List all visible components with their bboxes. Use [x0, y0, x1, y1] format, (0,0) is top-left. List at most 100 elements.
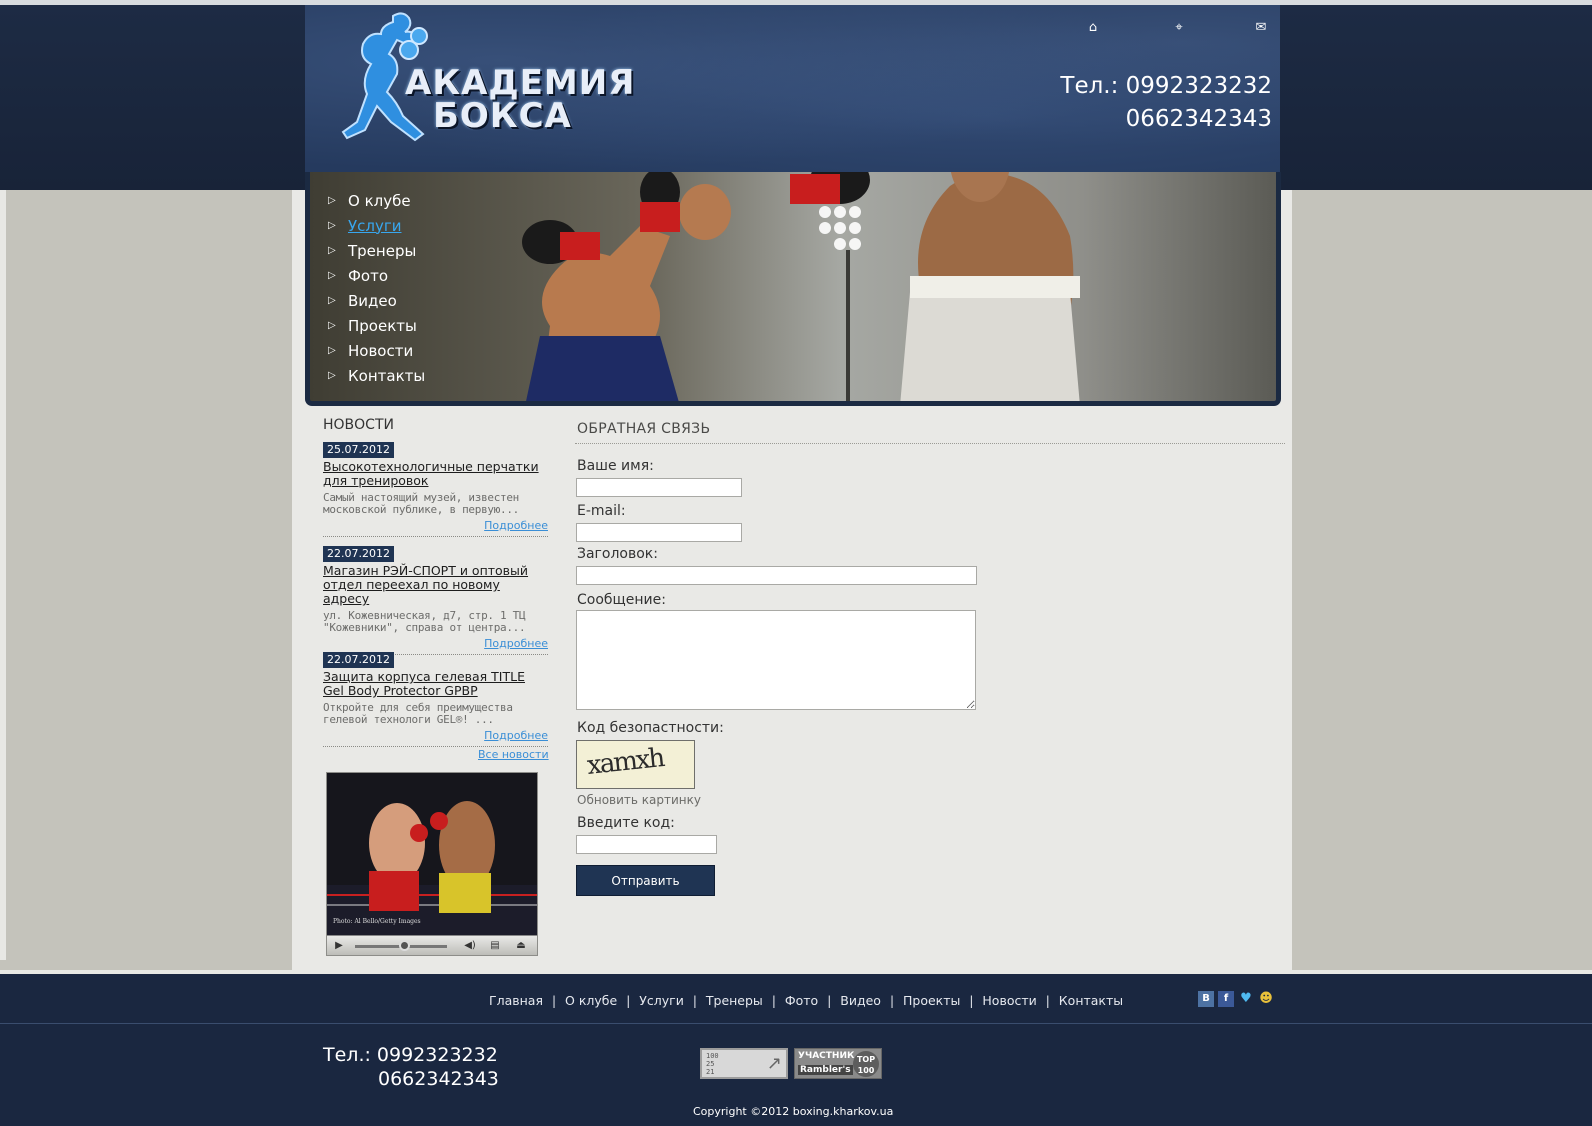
- news-item: 22.07.2012 Защита корпуса гелевая TITLE …: [323, 648, 548, 747]
- name-field[interactable]: [576, 478, 742, 497]
- copyright: Copyright ©2012 boxing.kharkov.ua: [693, 1105, 894, 1118]
- footer-separator: [0, 1023, 1592, 1024]
- arrow-up-right-icon: ↗: [766, 1053, 782, 1074]
- vkontakte-icon[interactable]: В: [1198, 991, 1214, 1007]
- footer-link-about[interactable]: О клубе: [565, 993, 617, 1008]
- footer-nav-divider: |: [626, 993, 631, 1008]
- counter-values: 100 25 21: [706, 1052, 719, 1076]
- header-icons: ⌂ ⌖ ✉: [1085, 20, 1275, 38]
- arrow-right-icon: ▷: [328, 220, 336, 231]
- menu-item-label: Услуги: [348, 216, 402, 235]
- footer-link-home[interactable]: Главная: [489, 993, 543, 1008]
- captcha-text: xamxh: [585, 743, 665, 781]
- news-snippet: Самый настоящий музей, известен московск…: [323, 491, 519, 516]
- menu-item-services[interactable]: ▷ Услуги: [328, 213, 425, 238]
- footer-link-trainers[interactable]: Тренеры: [706, 993, 763, 1008]
- footer-nav-divider: |: [552, 993, 557, 1008]
- email-label: E-mail:: [577, 503, 626, 519]
- footer-nav-divider: |: [692, 993, 697, 1008]
- footer-link-services[interactable]: Услуги: [639, 993, 684, 1008]
- header-phones: Тел.: 0992323232 0662342343: [1060, 70, 1272, 136]
- captcha-label: Код безопастности:: [577, 720, 724, 736]
- sitemap-icon[interactable]: ⌖: [1171, 20, 1187, 36]
- badge-top100: TOP 100: [853, 1051, 879, 1077]
- rambler-top100-badge[interactable]: УЧАСТНИК Rambler's TOP 100: [794, 1048, 882, 1079]
- news-date: 22.07.2012: [323, 546, 394, 562]
- left-gutter: [0, 190, 292, 960]
- video-controls: ▶ ◀) ▤ ⏏: [327, 935, 537, 955]
- header-phone-2: 0662342343: [1125, 106, 1272, 132]
- fullscreen-icon[interactable]: ⏏: [511, 938, 531, 953]
- menu-item-video[interactable]: ▷ Видео: [328, 288, 425, 313]
- menu-item-projects[interactable]: ▷ Проекты: [328, 313, 425, 338]
- twitter-icon[interactable]: ♥: [1238, 991, 1254, 1007]
- news-heading-link[interactable]: Магазин РЭЙ-СПОРТ и оптовый отдел переех…: [323, 564, 548, 606]
- form-divider: [575, 443, 1285, 444]
- code-label: Введите код:: [577, 815, 675, 831]
- all-news-link[interactable]: Все новости: [478, 748, 549, 761]
- subject-field[interactable]: [576, 566, 977, 585]
- main-menu: ▷ О клубе ▷ Услуги ▷ Тренеры ▷ Фото ▷ Ви…: [328, 188, 425, 388]
- footer-nav-divider: |: [889, 993, 894, 1008]
- menu-item-about[interactable]: ▷ О клубе: [328, 188, 425, 213]
- news-date: 22.07.2012: [323, 652, 394, 668]
- footer-nav-divider: |: [771, 993, 776, 1008]
- name-label: Ваше имя:: [577, 458, 654, 474]
- menu-item-label: Проекты: [348, 316, 417, 335]
- facebook-icon[interactable]: f: [1218, 991, 1234, 1007]
- arrow-right-icon: ▷: [328, 345, 336, 356]
- arrow-right-icon: ▷: [328, 245, 336, 256]
- footer-link-news[interactable]: Новости: [982, 993, 1036, 1008]
- people-icon[interactable]: ☻: [1258, 991, 1274, 1007]
- footer-nav-divider: |: [1045, 993, 1050, 1008]
- refresh-captcha-link[interactable]: Обновить картинку: [577, 793, 701, 807]
- submit-button[interactable]: Отправить: [576, 865, 715, 896]
- captcha-image: xamxh: [576, 740, 695, 789]
- footer-link-contacts[interactable]: Контакты: [1059, 993, 1123, 1008]
- stats-counter[interactable]: 100 25 21 ↗: [700, 1048, 788, 1079]
- boxing-photo: [522, 172, 1080, 401]
- footer-nav-divider: |: [969, 993, 974, 1008]
- news-heading-link[interactable]: Защита корпуса гелевая TITLE Gel Body Pr…: [323, 670, 548, 698]
- menu-item-label: Новости: [348, 341, 414, 360]
- menu-item-contacts[interactable]: ▷ Контакты: [328, 363, 425, 388]
- footer-link-video[interactable]: Видео: [840, 993, 881, 1008]
- arrow-right-icon: ▷: [328, 195, 336, 206]
- home-icon[interactable]: ⌂: [1085, 20, 1101, 36]
- volume-icon[interactable]: ◀): [460, 938, 480, 953]
- message-label: Сообщение:: [577, 592, 666, 608]
- news-heading-link[interactable]: Высокотехнологичные перчатки для трениро…: [323, 460, 548, 488]
- header-phone-1: Тел.: 0992323232: [1060, 73, 1272, 99]
- video-caption: Photo: Al Bello/Getty Images: [333, 918, 421, 925]
- subject-label: Заголовок:: [577, 546, 658, 562]
- menu-item-label: Контакты: [348, 366, 426, 385]
- news-more-link[interactable]: Подробнее: [323, 519, 548, 532]
- menu-item-photo[interactable]: ▷ Фото: [328, 263, 425, 288]
- play-icon[interactable]: ▶: [329, 938, 349, 953]
- news-more-link[interactable]: Подробнее: [323, 729, 548, 742]
- arrow-right-icon: ▷: [328, 270, 336, 281]
- menu-item-news[interactable]: ▷ Новости: [328, 338, 425, 363]
- social-links: В f ♥ ☻: [1198, 991, 1274, 1007]
- news-snippet: Откройте для себя преимущества гелевой т…: [323, 701, 513, 726]
- video-progress-handle[interactable]: [399, 940, 410, 951]
- site-logo[interactable]: АКАДЕМИЯ БОКСА: [335, 8, 635, 158]
- email-field[interactable]: [576, 523, 742, 542]
- captions-icon[interactable]: ▤: [485, 938, 505, 953]
- video-player[interactable]: Photo: Al Bello/Getty Images ▶ ◀) ▤ ⏏: [326, 772, 538, 956]
- code-field[interactable]: [576, 835, 717, 854]
- footer-link-projects[interactable]: Проекты: [903, 993, 960, 1008]
- footer-link-photo[interactable]: Фото: [785, 993, 818, 1008]
- menu-item-trainers[interactable]: ▷ Тренеры: [328, 238, 425, 263]
- message-field[interactable]: [576, 610, 976, 710]
- arrow-right-icon: ▷: [328, 320, 336, 331]
- menu-item-label: Видео: [348, 291, 397, 310]
- news-snippet: ул. Кожевническая, д7, стр. 1 ТЦ "Кожевн…: [323, 609, 526, 634]
- badge-text-rambler: Rambler's: [798, 1065, 853, 1075]
- footer-phones: Тел.: 0992323232 0662342343: [323, 1043, 499, 1091]
- footer-nav-divider: |: [827, 993, 832, 1008]
- news-item: 25.07.2012 Высокотехнологичные перчатки …: [323, 438, 548, 537]
- arrow-right-icon: ▷: [328, 295, 336, 306]
- form-title: ОБРАТНАЯ СВЯЗЬ: [577, 421, 711, 437]
- mail-icon[interactable]: ✉: [1253, 20, 1269, 36]
